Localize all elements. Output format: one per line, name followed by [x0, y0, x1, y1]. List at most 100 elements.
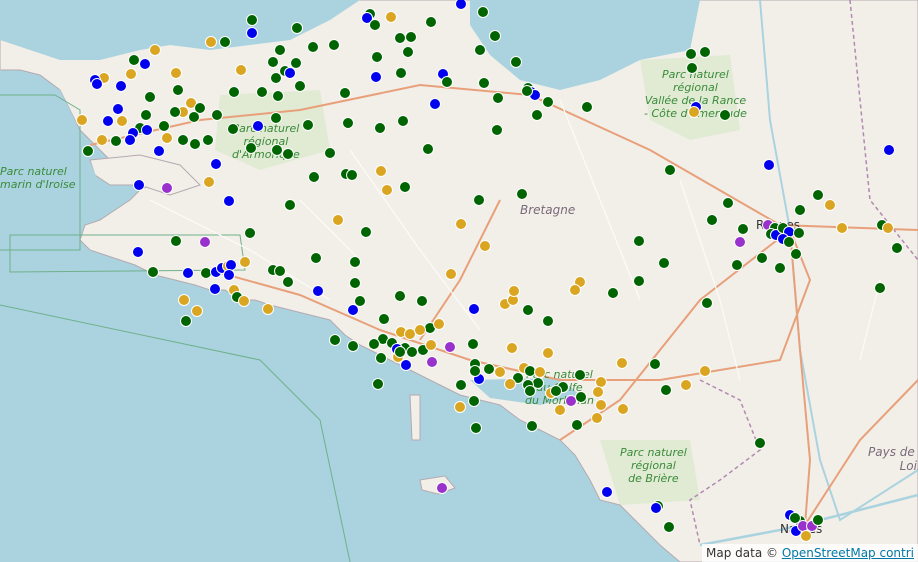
map-marker-blue[interactable]	[132, 246, 144, 258]
map-marker-gold[interactable]	[595, 399, 607, 411]
map-marker-green[interactable]	[347, 340, 359, 352]
map-marker-green[interactable]	[402, 46, 414, 58]
map-marker-green[interactable]	[399, 181, 411, 193]
map-marker-gold[interactable]	[425, 339, 437, 351]
map-marker-gold[interactable]	[882, 222, 894, 234]
map-marker-green[interactable]	[397, 115, 409, 127]
map-marker-green[interactable]	[774, 262, 786, 274]
map-marker-blue[interactable]	[400, 359, 412, 371]
map-marker-green[interactable]	[737, 223, 749, 235]
map-marker-gold[interactable]	[699, 365, 711, 377]
map-marker-green[interactable]	[227, 123, 239, 135]
map-marker-green[interactable]	[110, 135, 122, 147]
map-marker-green[interactable]	[244, 227, 256, 239]
map-marker-green[interactable]	[489, 30, 501, 42]
map-marker-gold[interactable]	[332, 214, 344, 226]
map-marker-blue[interactable]	[124, 134, 136, 146]
map-marker-green[interactable]	[211, 109, 223, 121]
map-marker-green[interactable]	[395, 67, 407, 79]
map-marker-green[interactable]	[686, 62, 698, 74]
map-marker-green[interactable]	[658, 257, 670, 269]
map-marker-green[interactable]	[302, 119, 314, 131]
map-marker-gold[interactable]	[239, 256, 251, 268]
map-marker-gold[interactable]	[76, 114, 88, 126]
map-marker-green[interactable]	[144, 91, 156, 103]
map-marker-blue[interactable]	[252, 120, 264, 132]
map-marker-blue[interactable]	[153, 145, 165, 157]
map-marker-green[interactable]	[874, 282, 886, 294]
map-marker-green[interactable]	[685, 48, 697, 60]
map-marker-gold[interactable]	[554, 404, 566, 416]
map-marker-blue[interactable]	[91, 78, 103, 90]
osm-attribution-link[interactable]: OpenStreetMap contri	[782, 546, 914, 560]
map-marker-gold[interactable]	[455, 218, 467, 230]
map-marker-green[interactable]	[394, 290, 406, 302]
map-marker-purple[interactable]	[734, 236, 746, 248]
map-marker-green[interactable]	[492, 92, 504, 104]
map-marker-gold[interactable]	[836, 222, 848, 234]
map-marker-green[interactable]	[542, 96, 554, 108]
map-marker-green[interactable]	[158, 120, 170, 132]
map-marker-green[interactable]	[180, 315, 192, 327]
map-marker-green[interactable]	[793, 227, 805, 239]
map-marker-gold[interactable]	[592, 386, 604, 398]
map-marker-green[interactable]	[516, 188, 528, 200]
map-marker-green[interactable]	[368, 338, 380, 350]
map-marker-green[interactable]	[664, 164, 676, 176]
map-marker-green[interactable]	[291, 22, 303, 34]
map-marker-green[interactable]	[324, 147, 336, 159]
map-marker-green[interactable]	[663, 521, 675, 533]
map-marker-gold[interactable]	[688, 106, 700, 118]
map-marker-green[interactable]	[789, 512, 801, 524]
map-marker-green[interactable]	[521, 85, 533, 97]
map-marker-gold[interactable]	[433, 318, 445, 330]
map-marker-green[interactable]	[473, 194, 485, 206]
map-marker-green[interactable]	[147, 266, 159, 278]
map-marker-blue[interactable]	[112, 103, 124, 115]
map-marker-green[interactable]	[405, 31, 417, 43]
map-marker-gold[interactable]	[414, 324, 426, 336]
map-marker-green[interactable]	[550, 385, 562, 397]
map-marker-green[interactable]	[140, 109, 152, 121]
map-marker-gold[interactable]	[96, 134, 108, 146]
map-marker-green[interactable]	[491, 124, 503, 136]
map-marker-green[interactable]	[82, 145, 94, 157]
map-marker-blue[interactable]	[209, 283, 221, 295]
map-marker-green[interactable]	[172, 84, 184, 96]
map-marker-green[interactable]	[478, 77, 490, 89]
map-marker-green[interactable]	[522, 304, 534, 316]
map-marker-gold[interactable]	[375, 165, 387, 177]
map-marker-blue[interactable]	[468, 303, 480, 315]
map-marker-blue[interactable]	[223, 269, 235, 281]
map-marker-green[interactable]	[467, 338, 479, 350]
map-marker-green[interactable]	[169, 106, 181, 118]
map-marker-gold[interactable]	[569, 284, 581, 296]
map-marker-green[interactable]	[170, 235, 182, 247]
map-marker-green[interactable]	[188, 111, 200, 123]
map-marker-green[interactable]	[256, 86, 268, 98]
map-marker-purple[interactable]	[426, 356, 438, 368]
map-marker-green[interactable]	[649, 358, 661, 370]
map-marker-green[interactable]	[891, 242, 903, 254]
map-marker-green[interactable]	[267, 56, 279, 68]
map-marker-green[interactable]	[339, 87, 351, 99]
map-marker-green[interactable]	[371, 51, 383, 63]
map-marker-gold[interactable]	[445, 268, 457, 280]
map-marker-green[interactable]	[294, 80, 306, 92]
map-marker-green[interactable]	[425, 16, 437, 28]
map-marker-green[interactable]	[308, 171, 320, 183]
map-marker-gold[interactable]	[262, 303, 274, 315]
map-marker-gold[interactable]	[542, 347, 554, 359]
map-marker-green[interactable]	[706, 214, 718, 226]
map-marker-green[interactable]	[274, 44, 286, 56]
map-marker-gold[interactable]	[203, 176, 215, 188]
map-marker-gold[interactable]	[191, 305, 203, 317]
map-marker-green[interactable]	[474, 44, 486, 56]
map-marker-green[interactable]	[228, 86, 240, 98]
map-marker-purple[interactable]	[436, 482, 448, 494]
map-marker-green[interactable]	[416, 295, 428, 307]
map-marker-green[interactable]	[177, 134, 189, 146]
map-marker-blue[interactable]	[210, 158, 222, 170]
map-marker-green[interactable]	[754, 437, 766, 449]
map-marker-blue[interactable]	[115, 80, 127, 92]
